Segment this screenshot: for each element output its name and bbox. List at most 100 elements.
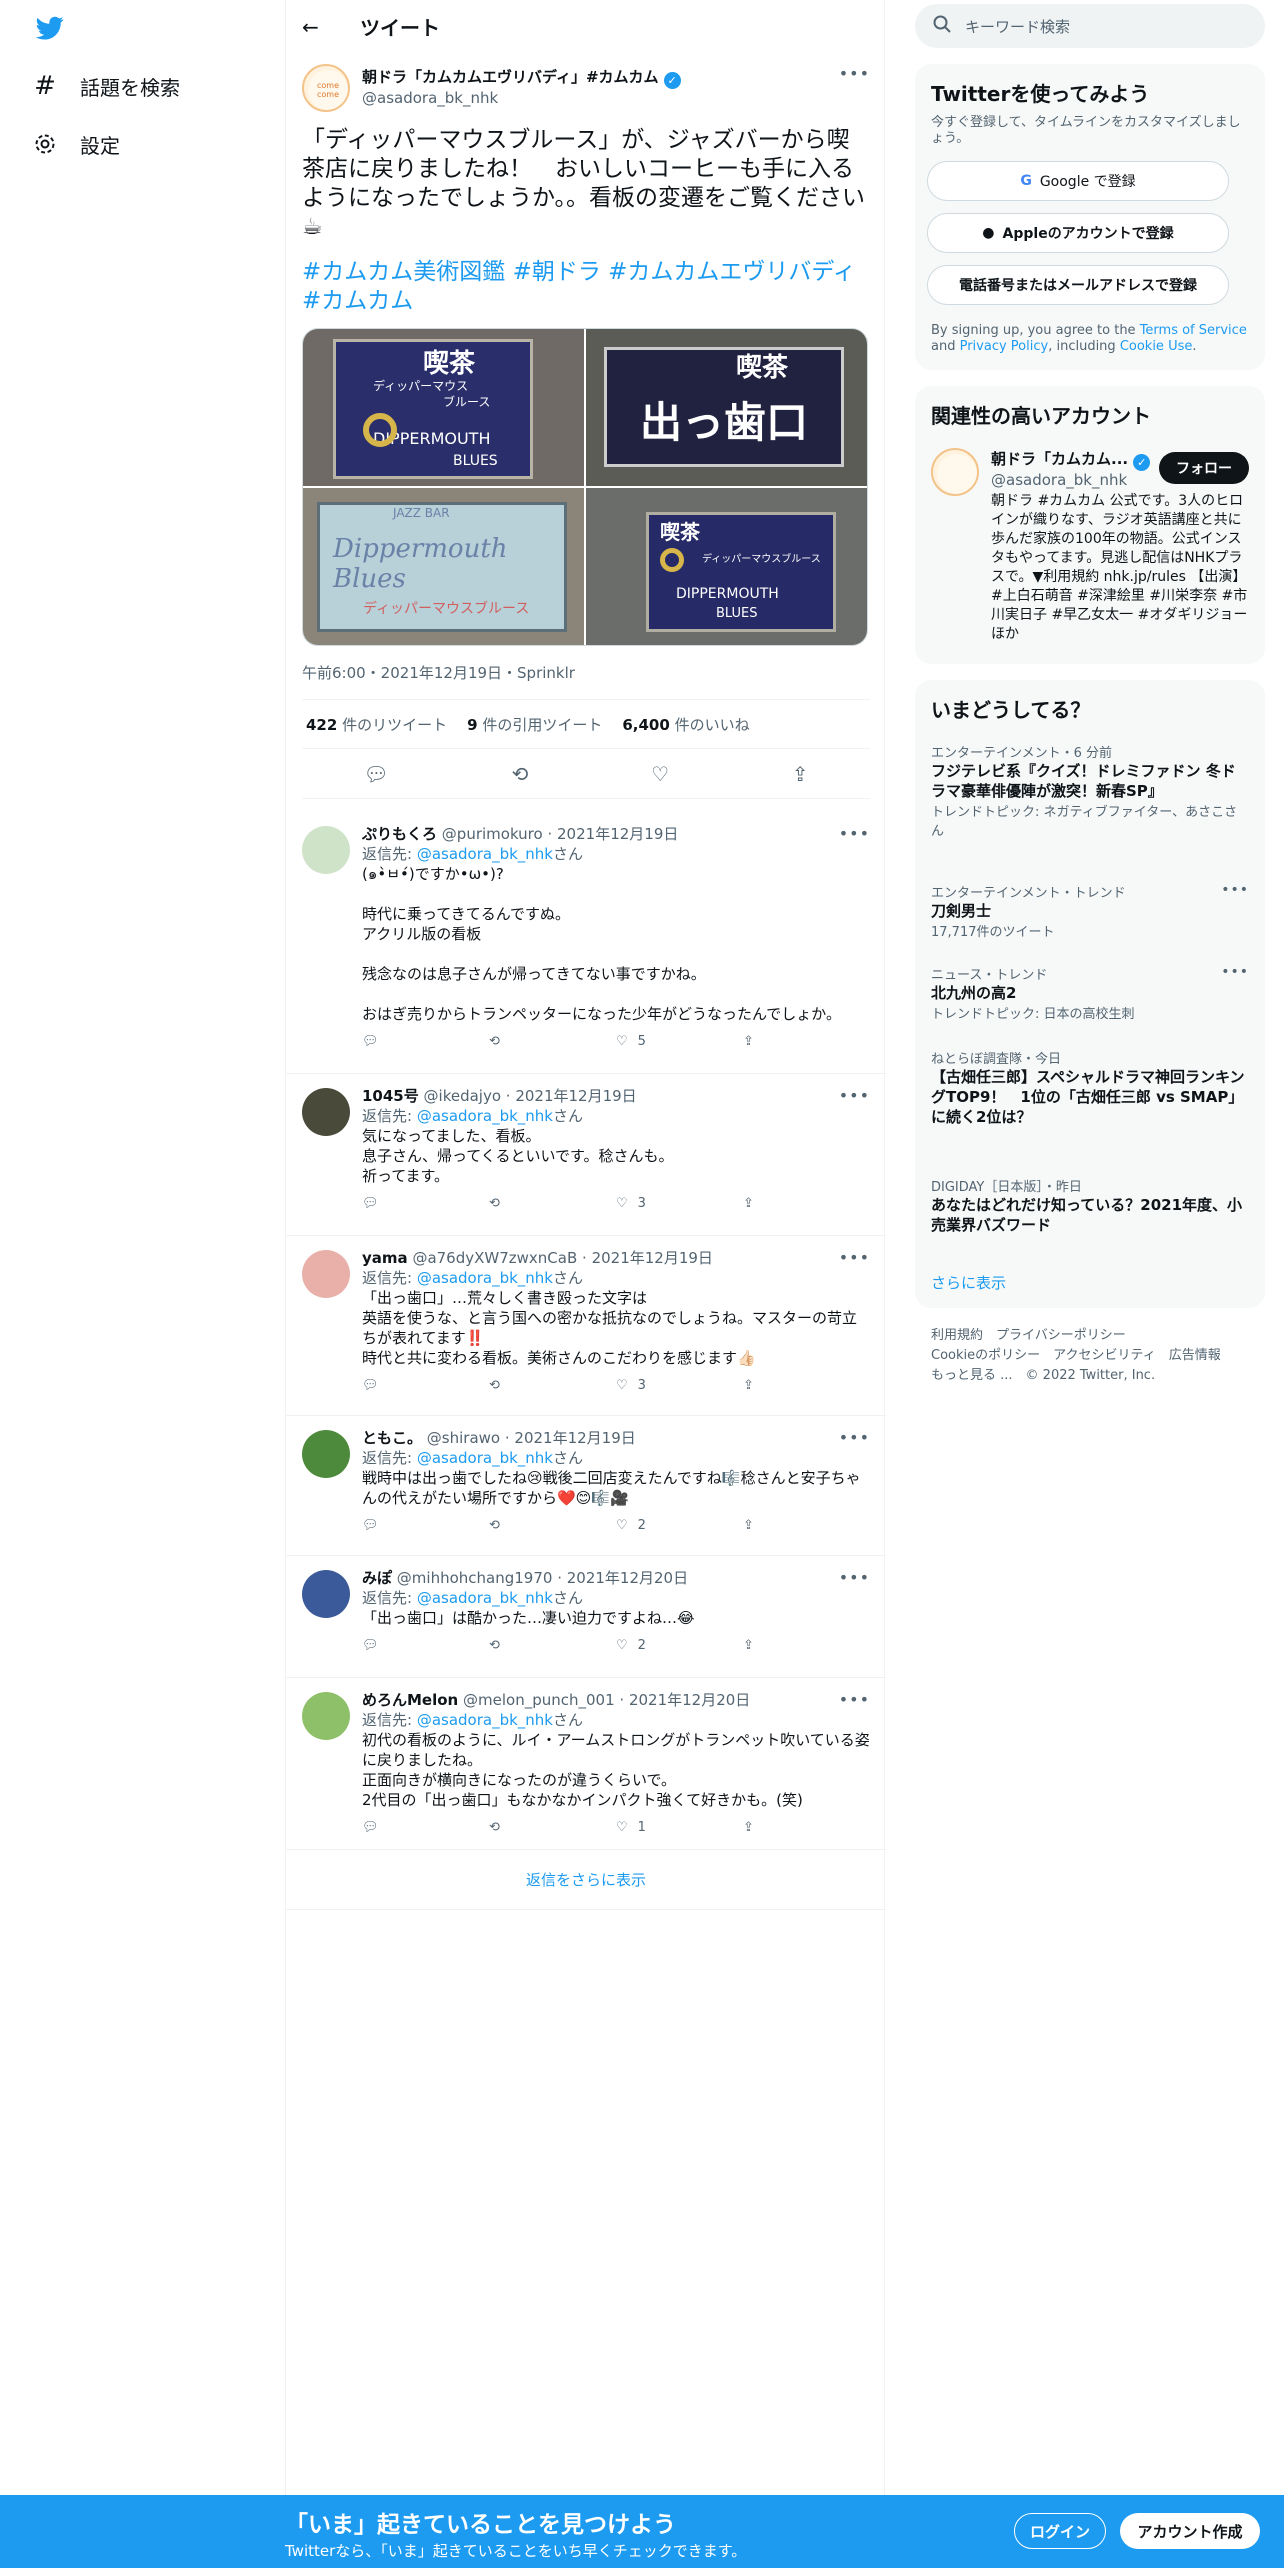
trend-item[interactable]: ねとらぼ調査隊・今日 【古畑任三郎】スペシャルドラマ神回ランキングTOP9！ 1位… <box>931 1048 1249 1127</box>
signup-button[interactable]: アカウント作成 <box>1120 2513 1260 2549</box>
reply-date[interactable]: 2021年12月20日 <box>629 1691 750 1709</box>
reply-icon[interactable]: 💬︎ <box>362 1194 489 1214</box>
reply-to-link[interactable]: @asadora_bk_nhk <box>417 845 553 863</box>
reply-author-handle[interactable]: @ikedajyo <box>424 1087 501 1105</box>
photo-3[interactable]: JAZZ BAR Dippermouth Blues ディッパーマウスブルース <box>303 488 584 645</box>
reply-date[interactable]: 2021年12月19日 <box>514 1429 635 1447</box>
cookie-link[interactable]: Cookie Use <box>1120 339 1193 354</box>
share-icon[interactable]: ⇪ <box>743 1516 870 1536</box>
footer-cookie[interactable]: Cookieのポリシー <box>931 1348 1040 1363</box>
retweet-icon[interactable]: ⟲ <box>512 762 529 786</box>
reply-avatar[interactable] <box>302 826 350 874</box>
more-options-icon[interactable]: ••• <box>1221 964 1249 980</box>
like-count[interactable]: 6,400 件のいいね <box>622 714 749 735</box>
share-icon[interactable]: ⇪ <box>743 1636 870 1656</box>
share-icon[interactable]: ⇪ <box>743 1376 870 1396</box>
reply-tweet[interactable]: ••• めろんMelon @melon_punch_001 · 2021年12月2… <box>286 1678 886 1850</box>
reply-avatar[interactable] <box>302 1430 350 1478</box>
share-icon[interactable]: ⇪ <box>792 762 809 786</box>
like-button[interactable]: ♡ 2 <box>616 1516 743 1536</box>
google-signup-button[interactable]: G Google で登録 <box>927 161 1229 201</box>
related-avatar[interactable] <box>931 448 979 496</box>
reply-tweet[interactable]: ••• yama @a76dyXW7zwxnCaB · 2021年12月19日 返信… <box>286 1236 886 1416</box>
more-options-icon[interactable]: ••• <box>1221 882 1249 898</box>
trend-item[interactable]: DIGIDAY［日本版］・昨日 あなたはどれだけ知っている？2021年度、小売業界… <box>931 1176 1249 1235</box>
reply-to-link[interactable]: @asadora_bk_nhk <box>417 1589 553 1607</box>
reply-tweet[interactable]: ••• ぷりもくろ @purimokuro · 2021年12月19日 返信先: @… <box>286 812 886 1074</box>
like-button[interactable]: ♡ 2 <box>616 1636 743 1656</box>
reply-icon[interactable]: 💬︎ <box>362 1636 489 1656</box>
trend-item[interactable]: ニュース・トレンド 北九州の高2 トレンドトピック: 日本の高校生刺 ••• <box>931 964 1249 1022</box>
reply-author-handle[interactable]: @mihhohchang1970 <box>397 1569 553 1587</box>
twitter-logo-icon[interactable] <box>34 14 66 42</box>
trends-show-more[interactable]: さらに表示 <box>931 1272 1006 1293</box>
share-icon[interactable]: ⇪ <box>743 1818 870 1838</box>
reply-icon[interactable]: 💬︎ <box>363 762 388 786</box>
tweet-hashtags[interactable]: #カムカム美術図鑑 #朝ドラ #カムカムエヴリバディ #カムカム <box>302 258 870 316</box>
reply-date[interactable]: 2021年12月19日 <box>592 1249 713 1267</box>
nav-explore[interactable]: # 話題を検索 <box>32 58 180 114</box>
like-button[interactable]: ♡ 3 <box>616 1194 743 1214</box>
like-button[interactable]: ♡ 5 <box>616 1032 743 1052</box>
back-arrow-icon[interactable]: ← <box>302 15 328 39</box>
photo-2[interactable]: 喫茶 出っ歯口 <box>586 329 867 486</box>
retweet-icon[interactable]: ⟲ <box>489 1516 616 1536</box>
privacy-link[interactable]: Privacy Policy <box>960 339 1049 354</box>
tweet-timestamp[interactable]: 午前6:00・2021年12月19日・Sprinklr <box>302 662 870 683</box>
reply-author-name[interactable]: 1045号 <box>362 1087 419 1105</box>
more-options-icon[interactable]: ••• <box>839 64 870 83</box>
retweet-icon[interactable]: ⟲ <box>489 1636 616 1656</box>
share-icon[interactable]: ⇪ <box>743 1194 870 1214</box>
like-button[interactable]: ♡ 1 <box>616 1818 743 1838</box>
footer-terms[interactable]: 利用規約 <box>931 1328 983 1343</box>
reply-author-handle[interactable]: @shirawo <box>427 1429 500 1447</box>
reply-to-link[interactable]: @asadora_bk_nhk <box>417 1107 553 1125</box>
footer-more[interactable]: もっと見る ... <box>931 1368 1013 1383</box>
like-icon[interactable]: ♡ <box>651 762 669 786</box>
retweet-icon[interactable]: ⟲ <box>489 1376 616 1396</box>
photo-4[interactable]: 喫茶 ディッパーマウスブルース DIPPERMOUTH BLUES <box>586 488 867 645</box>
like-button[interactable]: ♡ 3 <box>616 1376 743 1396</box>
retweet-icon[interactable]: ⟲ <box>489 1194 616 1214</box>
reply-author-handle[interactable]: @a76dyXW7zwxnCaB <box>412 1249 577 1267</box>
reply-avatar[interactable] <box>302 1250 350 1298</box>
photo-1[interactable]: 喫茶 ディッパーマウス ブルース DIPPERMOUTH BLUES <box>303 329 584 486</box>
author-handle[interactable]: @asadora_bk_nhk <box>362 89 681 107</box>
author-name[interactable]: 朝ドラ「カムカムエヴリバディ」#カムカム <box>362 68 659 86</box>
trend-item[interactable]: エンターテインメント・トレンド 刀剣男士 17,717件のツイート ••• <box>931 882 1249 940</box>
reply-author-name[interactable]: ぷりもくろ <box>362 825 437 843</box>
reply-avatar[interactable] <box>302 1570 350 1618</box>
reply-author-handle[interactable]: @melon_punch_001 <box>463 1691 615 1709</box>
reply-avatar[interactable] <box>302 1088 350 1136</box>
reply-icon[interactable]: 💬︎ <box>362 1818 489 1838</box>
retweet-icon[interactable]: ⟲ <box>489 1818 616 1838</box>
reply-date[interactable]: 2021年12月20日 <box>567 1569 688 1587</box>
share-icon[interactable]: ⇪ <box>743 1032 870 1052</box>
footer-privacy[interactable]: プライバシーポリシー <box>996 1328 1126 1343</box>
follow-button[interactable]: フォロー <box>1159 452 1249 484</box>
search-input[interactable]: キーワード検索 <box>965 16 1070 37</box>
quote-count[interactable]: 9 件の引用ツイート <box>467 714 602 735</box>
footer-accessibility[interactable]: アクセシビリティ <box>1053 1348 1156 1363</box>
login-button[interactable]: ログイン <box>1014 2513 1106 2549</box>
reply-author-name[interactable]: みぽ <box>362 1569 392 1587</box>
avatar[interactable]: come come <box>302 64 350 112</box>
retweet-count[interactable]: 422 件のリツイート <box>306 714 447 735</box>
footer-ads[interactable]: 広告情報 <box>1169 1348 1221 1363</box>
reply-author-name[interactable]: めろんMelon <box>362 1691 458 1709</box>
apple-signup-button[interactable]: ● Appleのアカウントで登録 <box>927 213 1229 253</box>
related-handle[interactable]: @asadora_bk_nhk <box>991 471 1161 489</box>
reply-icon[interactable]: 💬︎ <box>362 1032 489 1052</box>
reply-tweet[interactable]: ••• みぽ @mihhohchang1970 · 2021年12月20日 返信先:… <box>286 1556 886 1678</box>
photo-grid[interactable]: 喫茶 ディッパーマウス ブルース DIPPERMOUTH BLUES 喫茶 出っ… <box>302 328 868 646</box>
reply-to-link[interactable]: @asadora_bk_nhk <box>417 1711 553 1729</box>
reply-tweet[interactable]: ••• 1045号 @ikedajyo · 2021年12月19日 返信先: @as… <box>286 1074 886 1236</box>
reply-tweet[interactable]: ••• ともこ。 @shirawo · 2021年12月19日 返信先: @asad… <box>286 1416 886 1556</box>
reply-icon[interactable]: 💬︎ <box>362 1516 489 1536</box>
terms-link[interactable]: Terms of Service <box>1140 323 1247 338</box>
reply-author-handle[interactable]: @purimokuro <box>442 825 543 843</box>
reply-icon[interactable]: 💬︎ <box>362 1376 489 1396</box>
show-more-replies-button[interactable]: 返信をさらに表示 <box>286 1850 886 1910</box>
reply-date[interactable]: 2021年12月19日 <box>557 825 678 843</box>
trend-item[interactable]: エンターテインメント・6 分前 フジテレビ系『クイズ！ドレミファドン 冬ドラマ豪華… <box>931 742 1249 839</box>
